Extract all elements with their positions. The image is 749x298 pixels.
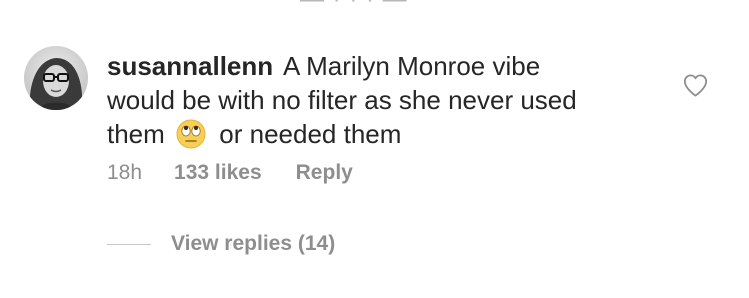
rolling-eyes-emoji-icon [176, 119, 206, 149]
reply-button[interactable]: Reply [296, 161, 353, 185]
avatar[interactable] [24, 46, 88, 110]
comment-text-line1: A Marilyn Monroe vibe [282, 51, 541, 81]
likes-count-link[interactable]: 133 likes [174, 161, 262, 185]
comment-body: susannallenn A Marilyn Monroe vibe would… [107, 49, 652, 151]
comment-text-line3b: or needed them [219, 119, 402, 149]
comment-text-line3a: them [107, 119, 165, 149]
comment-username[interactable]: susannallenn [107, 51, 273, 81]
heart-icon[interactable] [682, 72, 709, 99]
comment-timestamp[interactable]: 18h [107, 161, 142, 185]
cutoff-previous-content: — · · · — [300, 0, 408, 14]
comment-meta: 18h 133 likes Reply [107, 161, 353, 185]
avatar-photo [24, 46, 88, 110]
view-replies-button[interactable]: View replies (14) [107, 232, 335, 256]
comment-text-line2: would be with no filter as she never use… [107, 85, 577, 115]
view-replies-label[interactable]: View replies (14) [171, 232, 335, 256]
replies-divider-line [107, 243, 151, 245]
